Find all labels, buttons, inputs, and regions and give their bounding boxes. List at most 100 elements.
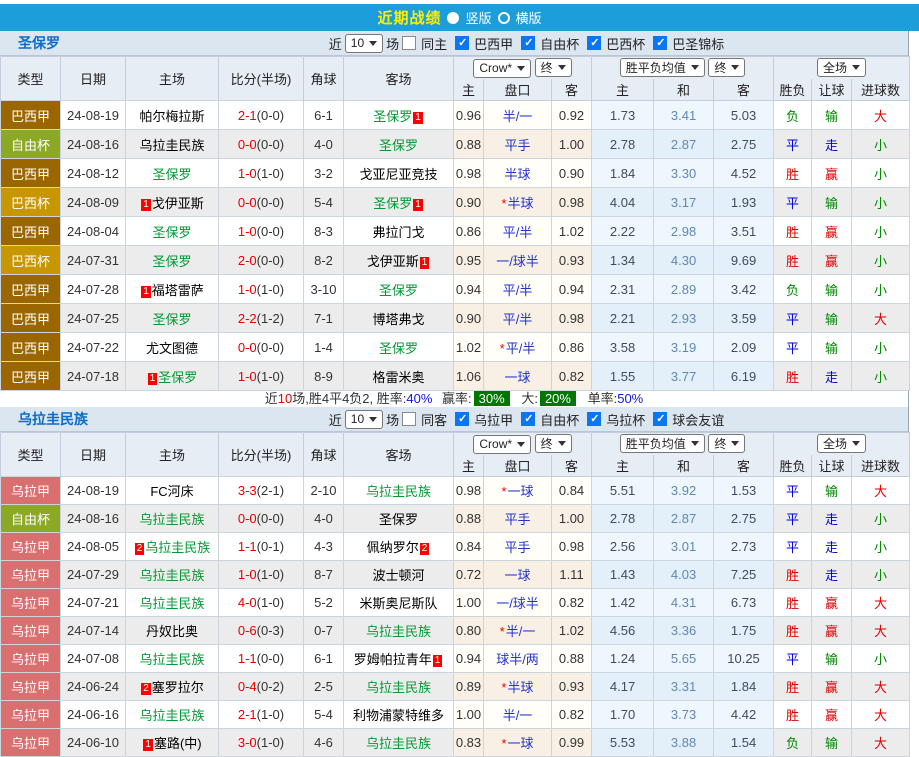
home-team-name[interactable]: 圣保罗 [152,225,191,240]
horizontal-layout-radio[interactable] [498,12,510,24]
away-team-name[interactable]: 圣保罗 [373,196,412,211]
home-team-name[interactable]: 乌拉圭民族 [139,596,204,611]
league-checkbox-3[interactable] [587,412,601,426]
bookmaker-select[interactable]: Crow* [473,59,531,78]
same-away-label[interactable]: 同客 [421,410,447,429]
same-home-checkbox[interactable] [402,36,416,50]
mean-draw-cell: 3.41 [654,101,714,130]
away-team-name[interactable]: 波士顿河 [372,568,424,583]
scope-select[interactable]: 全场 [817,434,866,453]
league-checkbox-2[interactable] [521,412,535,426]
mean-stage-select[interactable]: 终 [708,58,745,77]
away-team-name[interactable]: 戈伊亚斯 [367,254,419,269]
home-team-name[interactable]: 乌拉圭民族 [139,512,204,527]
home-team-name[interactable]: 乌拉圭民族 [139,652,204,667]
away-team-name[interactable]: 圣保罗 [379,341,418,356]
home-team-name[interactable]: 塞罗拉尔 [152,680,204,695]
league-checkbox-label-3[interactable]: 乌拉杯 [606,410,645,429]
mean-select[interactable]: 胜平负均值 [620,434,705,453]
same-away-checkbox[interactable] [402,412,416,426]
home-team-name[interactable]: 乌拉圭民族 [139,568,204,583]
league-checkbox-4[interactable] [653,412,667,426]
league-cell[interactable]: 乌拉甲 [1,561,61,589]
same-home-label[interactable]: 同主 [421,34,447,53]
mean-stage-select[interactable]: 终 [708,434,745,453]
home-team-name[interactable]: 乌拉圭民族 [145,540,210,555]
home-team-name[interactable]: 乌拉圭民族 [139,708,204,723]
scope-select[interactable]: 全场 [817,58,866,77]
vertical-layout-radio[interactable] [447,12,459,24]
away-team-name[interactable]: 戈亚尼亚竞技 [359,167,437,182]
league-cell[interactable]: 巴西杯 [1,246,61,275]
league-cell[interactable]: 自由杯 [1,505,61,533]
home-team-name[interactable]: 乌拉圭民族 [139,138,204,153]
home-team-name[interactable]: 圣保罗 [152,254,191,269]
league-checkbox-label-4[interactable]: 巴圣锦标 [672,34,724,53]
home-team-name[interactable]: FC河床 [150,484,193,499]
league-cell[interactable]: 巴西甲 [1,304,61,333]
home-team-name[interactable]: 圣保罗 [152,167,191,182]
away-team-name[interactable]: 罗姆帕拉青年 [354,652,432,667]
mean-draw-cell: 3.77 [654,362,714,391]
league-checkbox-1[interactable] [455,36,469,50]
horizontal-layout-label[interactable]: 横版 [516,8,542,27]
away-team-name[interactable]: 乌拉圭民族 [366,680,431,695]
league-checkbox-1[interactable] [455,412,469,426]
away-team-name[interactable]: 佩纳罗尔 [367,540,419,555]
away-team-name[interactable]: 博塔弗戈 [372,312,424,327]
league-cell[interactable]: 巴西甲 [1,275,61,304]
away-team-name[interactable]: 乌拉圭民族 [366,736,431,751]
league-checkbox-2[interactable] [521,36,535,50]
league-checkbox-4[interactable] [653,36,667,50]
away-team-name[interactable]: 圣保罗 [373,109,412,124]
league-cell[interactable]: 巴西甲 [1,217,61,246]
league-checkbox-label-1[interactable]: 乌拉甲 [474,410,513,429]
away-team-name[interactable]: 圣保罗 [379,512,418,527]
league-cell[interactable]: 乌拉甲 [1,673,61,701]
league-cell[interactable]: 乌拉甲 [1,729,61,757]
bookmaker-select[interactable]: Crow* [473,435,531,454]
league-checkbox-label-4[interactable]: 球会友谊 [672,410,724,429]
away-team-name[interactable]: 乌拉圭民族 [366,624,431,639]
away-team-name[interactable]: 米斯奥尼斯队 [359,596,437,611]
league-cell[interactable]: 巴西甲 [1,101,61,130]
league-cell[interactable]: 乌拉甲 [1,617,61,645]
league-checkbox-label-2[interactable]: 自由杯 [540,410,579,429]
league-cell[interactable]: 乌拉甲 [1,589,61,617]
odds-stage-select[interactable]: 终 [535,58,572,77]
league-cell[interactable]: 巴西甲 [1,362,61,391]
home-team-name[interactable]: 尤文图德 [146,341,198,356]
league-cell[interactable]: 乌拉甲 [1,477,61,505]
home-team-name[interactable]: 塞路(中) [154,736,202,751]
mean-draw-cell: 3.92 [654,477,714,505]
home-team-name[interactable]: 帕尔梅拉斯 [139,109,204,124]
league-checkbox-3[interactable] [587,36,601,50]
away-team-name[interactable]: 乌拉圭民族 [366,484,431,499]
away-team-name[interactable]: 利物浦蒙特维多 [353,708,444,723]
home-team-name[interactable]: 圣保罗 [158,370,197,385]
league-checkbox-label-3[interactable]: 巴西杯 [606,34,645,53]
away-team-name[interactable]: 圣保罗 [379,283,418,298]
league-cell[interactable]: 乌拉甲 [1,645,61,673]
away-team-name[interactable]: 圣保罗 [379,138,418,153]
league-checkbox-label-1[interactable]: 巴西甲 [474,34,513,53]
league-cell[interactable]: 巴西甲 [1,333,61,362]
away-team-name[interactable]: 弗拉门戈 [372,225,424,240]
match-count-select[interactable]: 10 [345,34,383,53]
away-team-name[interactable]: 格雷米奥 [372,370,424,385]
league-cell[interactable]: 巴西甲 [1,159,61,188]
match-count-select[interactable]: 10 [345,410,383,429]
league-cell[interactable]: 自由杯 [1,130,61,159]
home-team-name[interactable]: 戈伊亚斯 [152,196,204,211]
vertical-layout-label[interactable]: 竖版 [465,8,491,27]
league-checkbox-label-2[interactable]: 自由杯 [540,34,579,53]
mean-select[interactable]: 胜平负均值 [620,58,705,77]
league-cell[interactable]: 乌拉甲 [1,701,61,729]
league-cell[interactable]: 乌拉甲 [1,533,61,561]
handicap-cell: *一球 [484,729,552,757]
odds-stage-select[interactable]: 终 [535,434,572,453]
home-team-name[interactable]: 圣保罗 [152,312,191,327]
home-team-name[interactable]: 丹奴比奥 [146,624,198,639]
home-team-name[interactable]: 福塔雷萨 [152,283,204,298]
league-cell[interactable]: 巴西杯 [1,188,61,217]
